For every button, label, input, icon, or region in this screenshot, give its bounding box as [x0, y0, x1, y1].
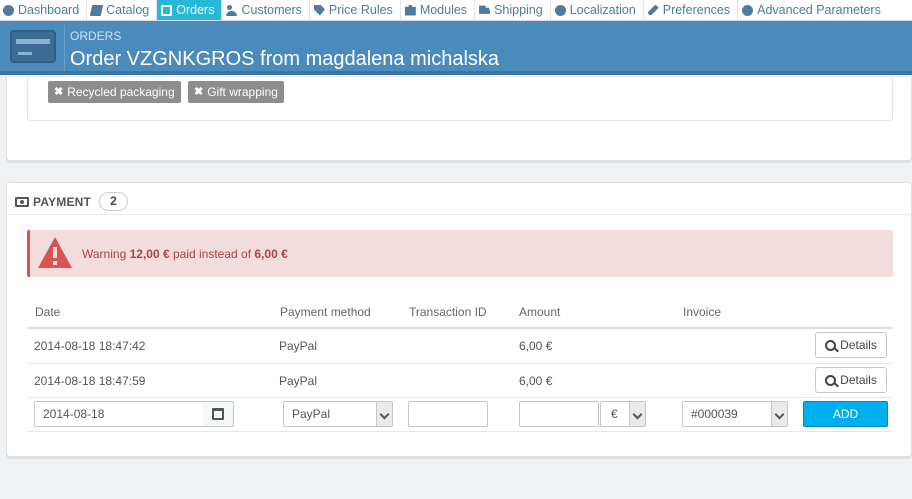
- dashboard-icon: [3, 4, 14, 16]
- warning-expected-amount: 6,00 €: [254, 247, 288, 261]
- warning-middle: paid instead of: [172, 247, 252, 261]
- payment-date: 2014-08-18 18:47:42: [34, 339, 146, 353]
- menu-preferences[interactable]: Preferences: [644, 0, 739, 20]
- badge-label: Recycled packaging: [67, 85, 175, 99]
- wrench-icon: [647, 4, 659, 16]
- tag-icon: [313, 4, 325, 16]
- divider: [7, 214, 911, 215]
- menu-shipping[interactable]: Shipping: [475, 0, 551, 20]
- payment-method-select[interactable]: PayPal: [283, 401, 393, 427]
- currency-value: €: [611, 407, 618, 421]
- menu-dashboard[interactable]: Dashboard: [0, 0, 88, 20]
- add-payment-button[interactable]: ADD: [803, 401, 888, 427]
- search-icon: [825, 374, 837, 386]
- menu-price-rules[interactable]: Price Rules: [310, 0, 401, 20]
- header-divider: [27, 327, 893, 329]
- money-icon: [15, 196, 29, 207]
- menu-label: Catalog: [106, 3, 150, 17]
- payment-heading: PAYMENT 2: [15, 192, 129, 211]
- chevron-down-icon: [629, 402, 645, 426]
- globe-icon: [554, 4, 566, 16]
- menu-label: Orders: [176, 3, 215, 17]
- close-icon: ✖: [194, 86, 204, 98]
- row-divider: [27, 431, 893, 432]
- payment-method-value: PayPal: [292, 407, 331, 421]
- menu-label: Price Rules: [328, 3, 393, 17]
- column-transaction-id: Transaction ID: [409, 305, 487, 319]
- menu-advanced-parameters[interactable]: Advanced Parameters: [738, 0, 888, 20]
- menu-catalog[interactable]: Catalog: [87, 0, 158, 20]
- menu-label: Shipping: [494, 3, 543, 17]
- menu-label: Preferences: [662, 3, 731, 17]
- page-header: ORDERS Order VZGNKGROS from magdalena mi…: [0, 21, 912, 75]
- menu-label: Localization: [569, 3, 636, 17]
- recycled-packaging-badge: ✖ Recycled packaging: [48, 81, 181, 103]
- warning-paid-amount: 12,00 €: [129, 247, 170, 261]
- close-icon: ✖: [54, 86, 64, 98]
- truck-icon: [479, 5, 491, 14]
- column-amount: Amount: [519, 305, 561, 319]
- currency-select[interactable]: €: [600, 401, 646, 427]
- details-label: Details: [840, 373, 877, 387]
- payment-warning-alert: Warning 12,00 € paid instead of 6,00 €: [27, 230, 893, 277]
- header-divider: [64, 25, 65, 71]
- details-button[interactable]: Details: [815, 367, 887, 393]
- invoice-value: #000039: [691, 407, 738, 421]
- search-icon: [825, 339, 837, 351]
- row-divider: [27, 397, 893, 398]
- menu-label: Customers: [241, 3, 302, 17]
- details-button[interactable]: Details: [815, 332, 887, 358]
- menu-label: Dashboard: [18, 3, 80, 17]
- column-payment-method: Payment method: [280, 305, 371, 319]
- chevron-down-icon: [376, 402, 392, 426]
- menu-orders[interactable]: Orders: [157, 0, 223, 20]
- details-label: Details: [840, 338, 877, 352]
- payment-method: PayPal: [279, 374, 318, 388]
- payment-panel: PAYMENT 2 Warning 12,00 € paid instead o…: [6, 182, 912, 457]
- warning-icon: [38, 237, 72, 268]
- row-divider: [27, 363, 893, 364]
- main-menu: Dashboard Catalog Orders Customers Price…: [0, 0, 912, 21]
- payment-date-input[interactable]: 2014-08-18: [34, 401, 204, 427]
- page-title: Order VZGNKGROS from magdalena michalska: [70, 48, 500, 70]
- column-invoice: Invoice: [683, 305, 722, 319]
- gears-icon: [742, 4, 754, 16]
- chevron-down-icon: [771, 402, 787, 426]
- warning-text: Warning 12,00 € paid instead of 6,00 €: [82, 247, 288, 261]
- column-date: Date: [35, 305, 61, 319]
- book-icon: [89, 4, 104, 16]
- menu-modules[interactable]: Modules: [401, 0, 476, 20]
- breadcrumb[interactable]: ORDERS: [70, 29, 121, 43]
- gift-wrapping-badge: ✖ Gift wrapping: [188, 81, 284, 103]
- menu-label: Advanced Parameters: [757, 3, 881, 17]
- transaction-id-input[interactable]: [408, 401, 488, 427]
- payment-title: PAYMENT: [33, 194, 92, 209]
- credit-card-icon: [10, 30, 56, 63]
- users-icon: [226, 4, 238, 16]
- order-options-well: ✖ Recycled packaging ✖ Gift wrapping: [27, 77, 893, 121]
- invoice-select[interactable]: #000039: [682, 401, 788, 427]
- payment-date: 2014-08-18 18:47:59: [34, 374, 146, 388]
- calendar-button[interactable]: [203, 401, 234, 427]
- payment-count-badge: 2: [99, 192, 129, 211]
- order-options-panel: ✖ Recycled packaging ✖ Gift wrapping: [6, 77, 912, 161]
- menu-label: Modules: [419, 3, 468, 17]
- menu-localization[interactable]: Localization: [551, 0, 644, 20]
- payment-method: PayPal: [279, 339, 318, 353]
- warning-prefix: Warning: [82, 247, 127, 261]
- menu-customers[interactable]: Customers: [222, 0, 310, 20]
- payment-amount: 6,00 €: [519, 374, 553, 388]
- calendar-icon: [212, 408, 224, 420]
- puzzle-icon: [404, 4, 416, 16]
- payment-amount: 6,00 €: [519, 339, 553, 353]
- orders-icon: [161, 4, 173, 16]
- amount-input[interactable]: [519, 401, 599, 427]
- badge-label: Gift wrapping: [207, 85, 278, 99]
